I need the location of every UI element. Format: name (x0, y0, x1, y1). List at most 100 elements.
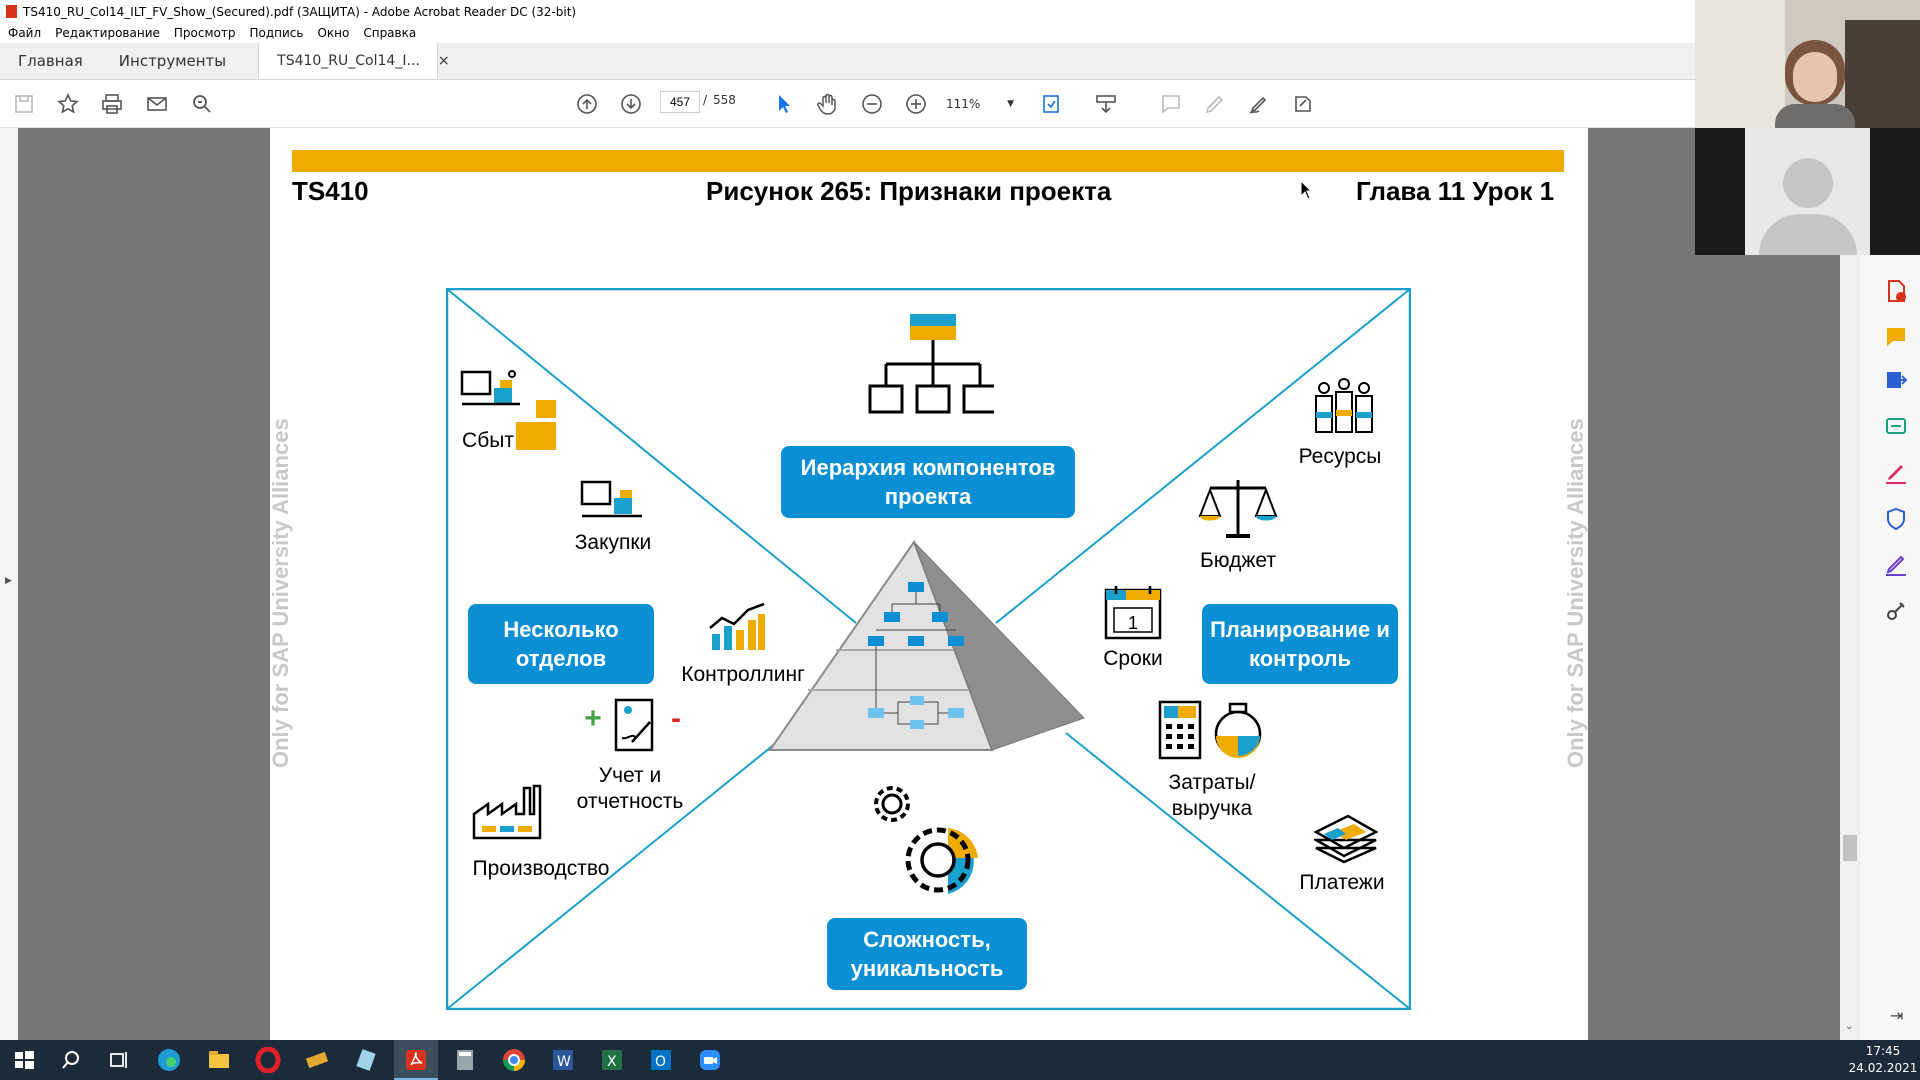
share-icon[interactable] (1289, 90, 1317, 118)
resources-people-icon (1315, 378, 1373, 433)
task-view-icon[interactable] (106, 1047, 132, 1073)
windows-taskbar (0, 1040, 1920, 1080)
video-participant-1[interactable] (1695, 0, 1920, 128)
select-cursor-icon[interactable] (770, 90, 798, 118)
window-title: TS410_RU_Col14_ILT_FV_Show_(Secured).pdf… (23, 4, 577, 19)
menu-bar: Файл Редактирование Просмотр Подпись Окн… (0, 23, 1695, 43)
menu-edit[interactable]: Редактирование (55, 26, 160, 40)
word-icon[interactable]: W (550, 1047, 576, 1073)
chapter-label: Глава 11 Урок 1 (1356, 176, 1555, 206)
sign-icon[interactable] (1245, 90, 1273, 118)
more-tools-icon[interactable] (1883, 598, 1909, 624)
mouse-cursor-icon (1300, 180, 1312, 200)
scroll-mode-icon[interactable] (1092, 90, 1120, 118)
edge-browser-icon[interactable] (156, 1047, 182, 1073)
previous-page-icon[interactable] (573, 90, 601, 118)
file-explorer-icon[interactable] (206, 1047, 232, 1073)
page-number-input[interactable] (660, 91, 700, 113)
search-icon[interactable] (188, 90, 216, 118)
label-payments: Платежи (1299, 871, 1385, 894)
tab-document-label: TS410_RU_Col14_I... (277, 53, 420, 69)
tab-bar: Главная Инструменты TS410_RU_Col14_I... … (0, 43, 1695, 80)
export-pdf-icon[interactable] (1883, 368, 1909, 394)
chrome-browser-icon[interactable] (501, 1047, 527, 1073)
taskbar-clock[interactable]: 17:45 24.02.2021 (1848, 1043, 1918, 1077)
svg-text:X: X (607, 1054, 617, 1070)
expand-left-panel-icon[interactable]: ▶ (5, 576, 12, 586)
print-icon[interactable] (98, 90, 126, 118)
collapse-tools-icon[interactable]: ⇥ (1890, 1006, 1903, 1025)
budget-scales-icon (1198, 480, 1278, 538)
outlook-icon[interactable]: O (648, 1047, 674, 1073)
label-dates: Сроки (1103, 647, 1163, 670)
zoom-app-icon[interactable] (697, 1047, 723, 1073)
calculator-icon[interactable] (452, 1047, 478, 1073)
app-icon-1[interactable] (304, 1047, 330, 1073)
acrobat-icon (6, 5, 17, 18)
plus-sign: + (584, 702, 602, 735)
box-complexity: Сложность, уникальность (827, 918, 1027, 990)
protect-icon[interactable] (1883, 506, 1909, 532)
total-pages: 558 (713, 93, 736, 107)
excel-icon[interactable]: X (599, 1047, 625, 1073)
comment-panel-icon[interactable] (1883, 324, 1909, 350)
menu-window[interactable]: Окно (317, 26, 349, 40)
payments-stack-icon (1314, 814, 1378, 864)
close-tab-icon[interactable]: × (438, 53, 450, 69)
watermark-left: Only for SAP University Alliances (268, 418, 293, 768)
label-sales: Сбыт (462, 429, 514, 452)
label-budget: Бюджет (1200, 549, 1276, 572)
zoom-select[interactable]: 111% ▼ (946, 90, 1014, 118)
svg-text:O: O (655, 1054, 666, 1070)
clock-date: 24.02.2021 (1848, 1061, 1918, 1075)
menu-file[interactable]: Файл (8, 26, 41, 40)
menu-view[interactable]: Просмотр (174, 26, 236, 40)
menu-help[interactable]: Справка (363, 26, 416, 40)
pyramid-icon (768, 540, 1085, 751)
hand-tool-icon[interactable] (814, 90, 842, 118)
save-icon[interactable] (10, 90, 38, 118)
vertical-scrollbar[interactable]: ⌄ (1840, 255, 1860, 1040)
zoom-in-icon[interactable] (902, 90, 930, 118)
comment-icon[interactable] (1157, 90, 1185, 118)
menu-sign[interactable]: Подпись (249, 26, 303, 40)
project-features-figure: Иерархия компонентов проекта Сбыт Закупк… (446, 288, 1411, 1010)
taskbar-search-icon[interactable] (58, 1047, 84, 1073)
controlling-chart-icon (709, 602, 765, 650)
box-hierarchy: Иерархия компонентов проекта (781, 446, 1075, 518)
star-icon[interactable] (54, 90, 82, 118)
windows-start-icon[interactable] (11, 1047, 37, 1073)
tab-tools[interactable]: Инструменты (101, 43, 244, 79)
video-participant-2[interactable] (1695, 128, 1920, 255)
mail-icon[interactable] (143, 90, 171, 118)
edit-pdf-icon[interactable] (1883, 414, 1909, 440)
fill-sign-icon[interactable] (1883, 460, 1909, 486)
svg-text:W: W (557, 1054, 571, 1070)
fit-page-icon[interactable] (1038, 90, 1066, 118)
gears-icon (874, 786, 978, 894)
label-controlling: Контроллинг (681, 663, 805, 686)
opera-browser-icon[interactable] (255, 1047, 281, 1073)
costs-calculator-icon (1158, 700, 1262, 760)
tab-home[interactable]: Главная (0, 43, 101, 79)
highlight-icon[interactable] (1201, 90, 1229, 118)
next-page-icon[interactable] (617, 90, 645, 118)
box-planning: Планирование и контроль (1202, 604, 1398, 684)
chevron-down-icon: ▼ (1007, 99, 1014, 109)
zoom-out-icon[interactable] (858, 90, 886, 118)
clock-time: 17:45 (1865, 1044, 1901, 1058)
tab-document[interactable]: TS410_RU_Col14_I... × (258, 43, 450, 79)
acrobat-taskbar-icon[interactable] (403, 1047, 429, 1073)
request-signature-icon[interactable] (1883, 552, 1909, 578)
scrollbar-thumb[interactable] (1843, 835, 1857, 861)
page-separator: / (703, 93, 708, 107)
purchasing-icon (580, 480, 642, 518)
figure-title: Рисунок 265: Признаки проекта (706, 176, 1112, 206)
title-bar: TS410_RU_Col14_ILT_FV_Show_(Secured).pdf… (0, 0, 1695, 23)
create-pdf-icon[interactable] (1883, 278, 1909, 304)
watermark-right: Only for SAP University Alliances (1563, 418, 1588, 768)
left-panel-strip: ▶ (0, 128, 18, 1040)
scroll-down-icon[interactable]: ⌄ (1845, 1021, 1853, 1032)
zoom-value: 111% (946, 97, 981, 111)
app-icon-2[interactable] (353, 1047, 379, 1073)
